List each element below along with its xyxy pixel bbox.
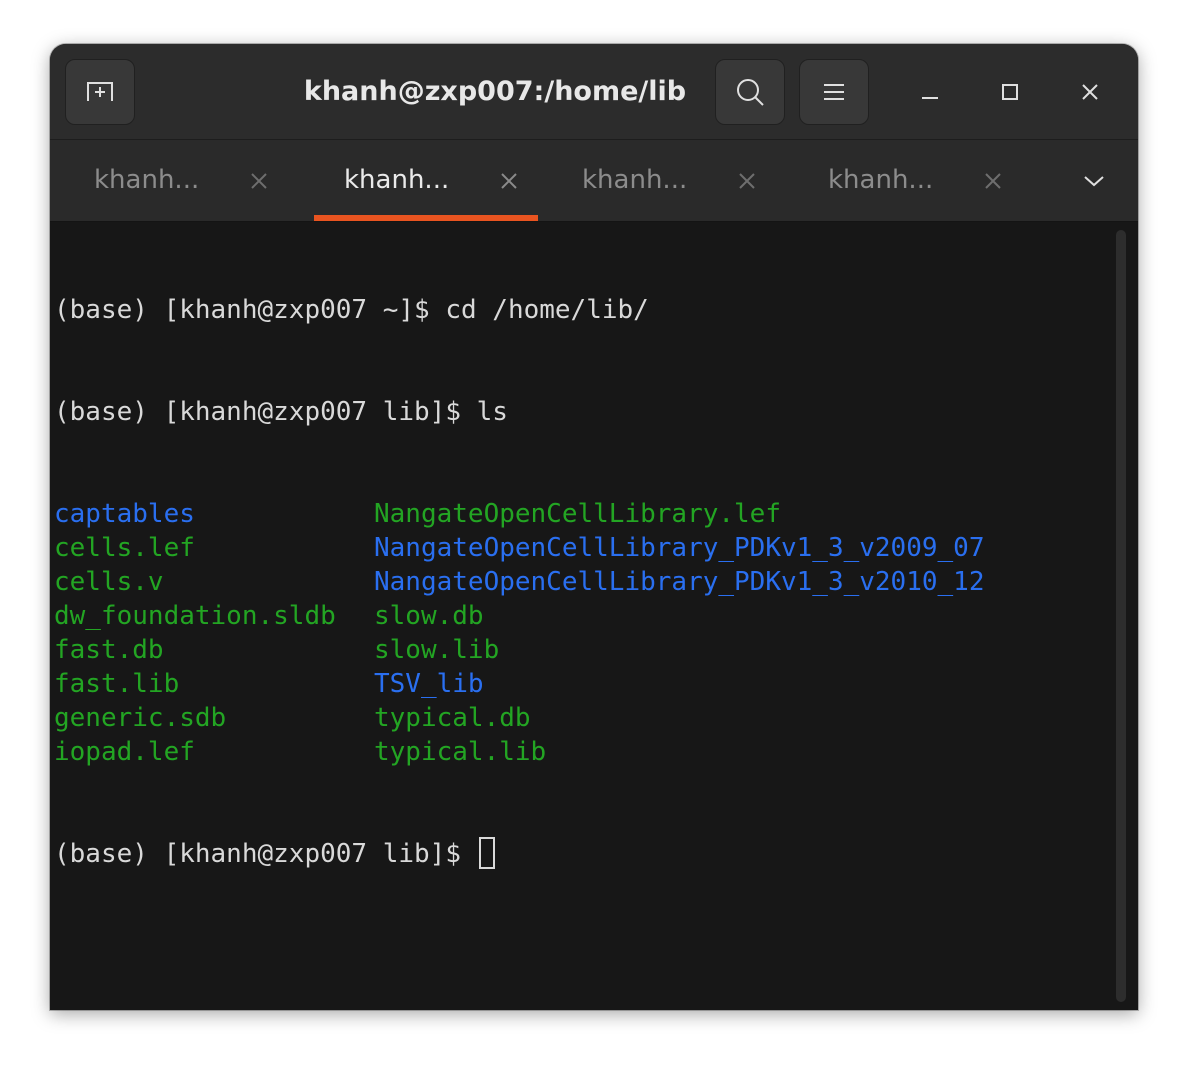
listing-row: iopad.lef typical.lib (54, 735, 984, 769)
listing-row: generic.sdb typical.db (54, 701, 984, 735)
maximize-icon (1002, 84, 1018, 100)
tab-close-icon[interactable] (982, 170, 1004, 192)
directory-entry: NangateOpenCellLibrary_PDKv1_3_v2010_12 (374, 567, 985, 597)
close-icon (1082, 84, 1098, 100)
active-tab-indicator (314, 215, 538, 221)
tab-label: khanh... (582, 165, 688, 195)
directory-entry: TSV_lib (374, 669, 484, 699)
file-entry: slow.db (374, 601, 484, 631)
tab-close-icon[interactable] (498, 170, 520, 192)
directory-entry: captables (54, 499, 195, 529)
listing-row: cells.lef NangateOpenCellLibrary_PDKv1_3_… (54, 531, 984, 565)
tab-label: khanh... (94, 165, 200, 195)
search-button[interactable] (715, 59, 785, 125)
close-window-button[interactable] (1068, 70, 1112, 114)
file-entry: NangateOpenCellLibrary.lef (374, 499, 781, 529)
file-entry: slow.lib (374, 635, 500, 665)
minimize-icon (922, 97, 938, 99)
minimize-button[interactable] (908, 70, 952, 114)
menu-button[interactable] (799, 59, 869, 125)
file-entry: iopad.lef (54, 737, 195, 767)
new-tab-button[interactable] (65, 59, 135, 125)
listing-row: cells.v NangateOpenCellLibrary_PDKv1_3_v2… (54, 565, 984, 599)
file-entry: fast.db (54, 635, 164, 665)
tab-close-icon[interactable] (248, 170, 270, 192)
maximize-button[interactable] (988, 70, 1032, 114)
tab-bar: khanh... khanh... khanh... khanh... (50, 140, 1138, 222)
file-entry: cells.v (54, 567, 164, 597)
hamburger-menu-icon (824, 84, 844, 100)
text-cursor (478, 837, 495, 869)
terminal-window: khanh@zxp007:/home/lib khanh... khanh...… (50, 44, 1138, 1010)
terminal-line: (base) [khanh@zxp007 ~]$ cd /home/lib/ (54, 295, 649, 325)
tab-label: khanh... (344, 165, 450, 195)
header-bar: khanh@zxp007:/home/lib (50, 44, 1138, 140)
file-entry: typical.lib (374, 737, 547, 767)
tab-4[interactable]: khanh... (798, 140, 1022, 221)
tab-close-icon[interactable] (736, 170, 758, 192)
tab-label: khanh... (828, 165, 934, 195)
terminal-output: (base) [khanh@zxp007 ~]$ cd /home/lib/ (… (54, 225, 984, 939)
search-icon (737, 79, 764, 106)
listing-row: captables NangateOpenCellLibrary.lef (54, 497, 984, 531)
file-entry: fast.lib (54, 669, 180, 699)
file-entry: typical.db (374, 703, 531, 733)
window-title: khanh@zxp007:/home/lib (303, 76, 687, 107)
ls-listing: captables NangateOpenCellLibrary.lef cells… (54, 497, 984, 769)
listing-row: fast.db slow.lib (54, 633, 984, 667)
tab-3[interactable]: khanh... (552, 140, 776, 221)
file-entry: dw_foundation.sldb (54, 601, 336, 631)
listing-row: fast.lib TSV_lib (54, 667, 984, 701)
terminal-line: (base) [khanh@zxp007 lib]$ ls (54, 397, 508, 427)
scrollbar[interactable] (1116, 230, 1126, 1002)
chevron-down-icon (1084, 176, 1104, 187)
terminal-area[interactable]: (base) [khanh@zxp007 ~]$ cd /home/lib/ (… (50, 222, 1138, 1010)
prompt-line: (base) [khanh@zxp007 lib]$ (54, 837, 984, 871)
tab-2-active[interactable]: khanh... (314, 140, 538, 221)
directory-entry: NangateOpenCellLibrary_PDKv1_3_v2009_07 (374, 533, 985, 563)
listing-row: dw_foundation.sldb slow.db (54, 599, 984, 633)
file-entry: generic.sdb (54, 703, 227, 733)
file-entry: cells.lef (54, 533, 195, 563)
new-tab-icon (87, 82, 113, 101)
tab-overflow-button[interactable] (1074, 164, 1114, 198)
prompt-text: (base) [khanh@zxp007 lib]$ (54, 839, 477, 869)
tab-1[interactable]: khanh... (64, 140, 288, 221)
